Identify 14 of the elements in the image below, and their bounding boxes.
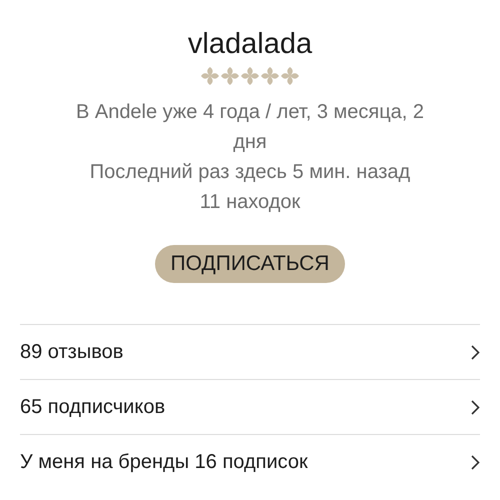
- item-label: У меня на бренды 16 подписок: [20, 450, 308, 475]
- chevron-icon: [471, 344, 480, 360]
- list-item[interactable]: 65 подписчиков: [20, 379, 480, 434]
- list-item[interactable]: 89 отзывов: [20, 324, 480, 379]
- username: vladalada: [188, 30, 312, 59]
- item-label: 65 подписчиков: [20, 395, 166, 420]
- chevron-icon: [471, 400, 480, 414]
- profile-detail: 11 находок: [198, 190, 302, 215]
- profile-detail: В Andele уже 4 года / лет, 3 месяца, 2 дня: [74, 100, 426, 155]
- list-item[interactable]: У меня на бренды 16 подписок: [20, 434, 480, 489]
- profile-detail: Последний раз здесь 5 мин. назад: [88, 160, 412, 185]
- subscribe-button[interactable]: ПОДПИСАТЬСЯ: [154, 245, 346, 283]
- item-label: 89 отзывов: [20, 340, 124, 365]
- chevron-icon: [471, 454, 480, 470]
